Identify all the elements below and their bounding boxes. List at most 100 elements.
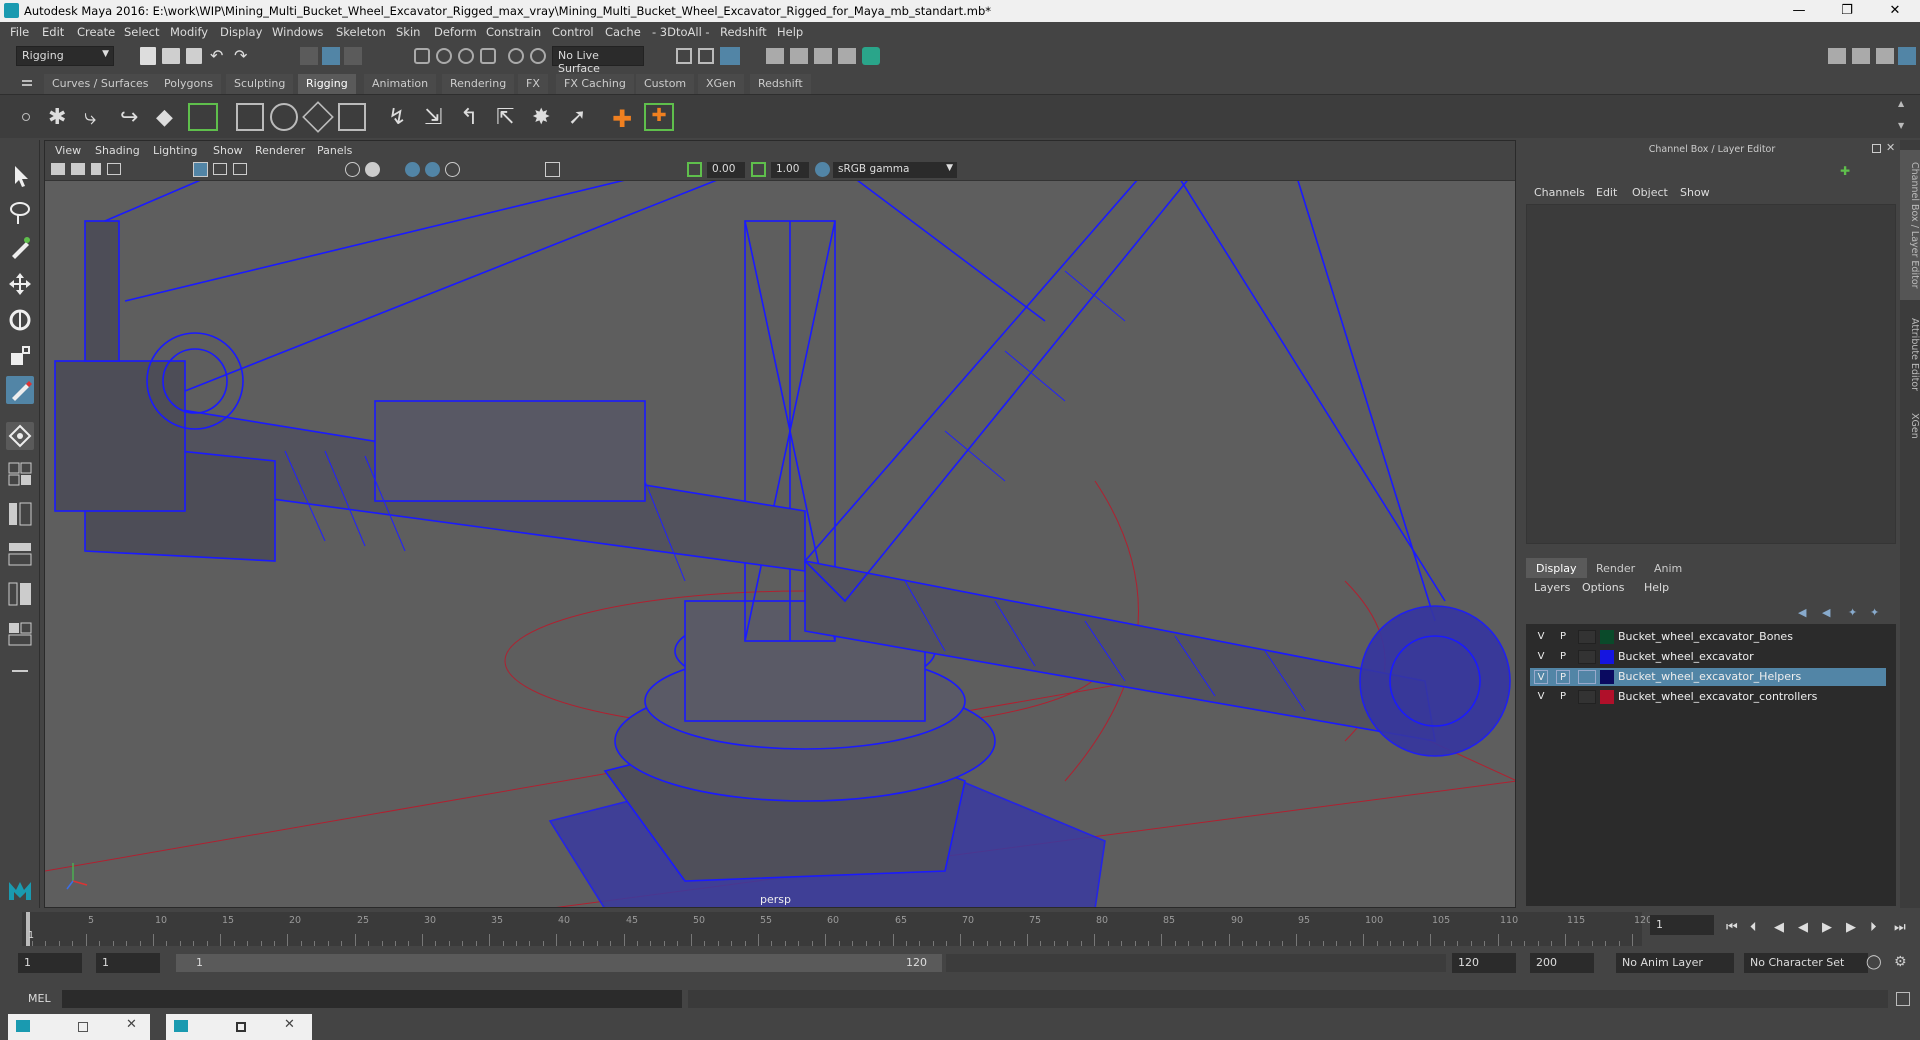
channel-box-pin-icon[interactable]: ✚ bbox=[1840, 164, 1850, 178]
tab-rigging[interactable]: Rigging bbox=[298, 74, 356, 94]
humanik-icon[interactable] bbox=[188, 103, 218, 131]
tab-custom[interactable]: Custom bbox=[636, 74, 695, 94]
image-plane-icon[interactable] bbox=[107, 163, 121, 175]
shelf-scroll-down-icon[interactable]: ▼ bbox=[1898, 121, 1904, 130]
open-scene-icon[interactable] bbox=[162, 48, 180, 64]
tab-curves-surfaces[interactable]: Curves / Surfaces bbox=[44, 74, 157, 94]
step-forward-frame-icon[interactable]: ▶ bbox=[1846, 920, 1856, 935]
layer-color-swatch[interactable] bbox=[1600, 650, 1614, 664]
bookmark-icon[interactable] bbox=[91, 163, 101, 175]
layer-playback-toggle[interactable]: P bbox=[1556, 650, 1570, 664]
live-surface-field[interactable]: No Live Surface bbox=[552, 46, 644, 75]
aim-constraint-icon[interactable]: ✸ bbox=[532, 105, 550, 130]
menu-help[interactable]: Help bbox=[777, 25, 803, 39]
hypershade-icon[interactable] bbox=[862, 47, 880, 65]
parent-constraint-icon[interactable]: ↯ bbox=[388, 105, 406, 130]
menu-redshift[interactable]: Redshift bbox=[720, 25, 767, 39]
maya-home-icon[interactable] bbox=[6, 876, 34, 904]
layer-row-helpers[interactable]: V P Bucket_wheel_excavator_Helpers bbox=[1530, 668, 1886, 686]
layer-visibility-toggle[interactable]: V bbox=[1534, 650, 1548, 664]
ipr-render-icon[interactable] bbox=[814, 48, 832, 64]
close-panel-icon[interactable]: ✕ bbox=[1886, 141, 1895, 154]
grid-toggle-icon[interactable] bbox=[193, 162, 208, 177]
time-slider-track[interactable]: 1 5 10 15 20 25 30 35 40 45 50 55 60 65 70 75 80 85 90 95 1… bbox=[22, 912, 1652, 946]
close-button[interactable]: ✕ bbox=[1872, 0, 1918, 22]
layer-help-menu[interactable]: Help bbox=[1644, 581, 1669, 594]
layers-menu[interactable]: Layers bbox=[1534, 581, 1570, 594]
tab-redshift[interactable]: Redshift bbox=[750, 74, 811, 94]
wrap-deformer-icon[interactable] bbox=[338, 103, 366, 131]
go-to-end-icon[interactable]: ⏭ bbox=[1894, 920, 1906, 935]
layout-channel-box-icon[interactable] bbox=[1876, 48, 1894, 64]
exposure-icon[interactable] bbox=[687, 162, 702, 177]
color-space-dropdown[interactable]: sRGB gamma ▼ bbox=[833, 162, 957, 178]
snap-point-icon[interactable] bbox=[458, 48, 474, 64]
paint-weights-icon[interactable] bbox=[302, 101, 334, 133]
layer-visibility-toggle[interactable]: V bbox=[1534, 630, 1548, 644]
tab-xgen[interactable]: XGen bbox=[698, 74, 744, 94]
two-pane-layout-icon[interactable] bbox=[6, 500, 34, 528]
viewport-menu-shading[interactable]: Shading bbox=[95, 144, 140, 157]
tab-display[interactable]: Display bbox=[1526, 558, 1587, 578]
snap-surface-icon[interactable] bbox=[508, 48, 524, 64]
channel-object-menu[interactable]: Object bbox=[1632, 186, 1668, 199]
restore-icon[interactable] bbox=[236, 1022, 246, 1032]
xray-icon[interactable] bbox=[425, 162, 440, 177]
tab-fx-caching[interactable]: FX Caching bbox=[556, 74, 634, 94]
tab-animation[interactable]: Animation bbox=[364, 74, 437, 94]
new-layer-icon[interactable]: ✦ bbox=[1848, 606, 1857, 619]
mode-dropdown[interactable]: Rigging ▼ bbox=[16, 46, 114, 66]
select-tool-icon[interactable] bbox=[6, 162, 34, 190]
animation-end-field[interactable]: 200 bbox=[1530, 953, 1594, 973]
construction-history-icon[interactable] bbox=[720, 47, 740, 65]
graph-editor-layout-icon[interactable] bbox=[6, 580, 34, 608]
outliner-layout-icon[interactable] bbox=[6, 540, 34, 568]
menu-deform[interactable]: Deform bbox=[434, 25, 477, 39]
channels-menu[interactable]: Channels bbox=[1534, 186, 1585, 199]
layer-type-toggle[interactable] bbox=[1578, 690, 1596, 704]
menu-skeleton[interactable]: Skeleton bbox=[336, 25, 386, 39]
layer-playback-toggle[interactable]: P bbox=[1556, 690, 1570, 704]
layer-row-controllers[interactable]: V P Bucket_wheel_excavator_controllers bbox=[1530, 688, 1886, 706]
time-slider[interactable]: 1 5 10 15 20 25 30 35 40 45 50 55 60 65 70 75 80 85 90 95 1… bbox=[0, 912, 1920, 946]
bind-skin-icon[interactable] bbox=[236, 103, 264, 131]
menu-create[interactable]: Create bbox=[77, 25, 115, 39]
layer-options-menu[interactable]: Options bbox=[1582, 581, 1624, 594]
four-view-layout-icon[interactable] bbox=[6, 460, 34, 488]
layer-row-excavator[interactable]: V P Bucket_wheel_excavator bbox=[1530, 648, 1886, 666]
menu-display[interactable]: Display bbox=[220, 25, 262, 39]
menu-windows[interactable]: Windows bbox=[272, 25, 323, 39]
current-frame-field[interactable]: 1 bbox=[1650, 915, 1714, 935]
layout-outliner-icon[interactable] bbox=[1852, 48, 1870, 64]
menu-file[interactable]: File bbox=[10, 25, 29, 39]
step-back-key-icon[interactable]: ⏴ bbox=[1750, 920, 1757, 935]
move-layer-down-icon[interactable]: ◀ bbox=[1822, 606, 1830, 619]
menu-edit[interactable]: Edit bbox=[42, 25, 64, 39]
input-ops-icon[interactable] bbox=[676, 48, 692, 64]
move-tool-icon[interactable] bbox=[6, 270, 34, 298]
channel-box-content[interactable] bbox=[1526, 204, 1896, 544]
hypershade-layout-icon[interactable] bbox=[6, 620, 34, 648]
minimized-window-1[interactable]: ✕ bbox=[8, 1014, 150, 1040]
select-by-hierarchy-icon[interactable] bbox=[300, 47, 318, 65]
layer-type-toggle[interactable] bbox=[1578, 650, 1596, 664]
step-back-frame-icon[interactable]: ◀ bbox=[1774, 920, 1784, 935]
viewport-menu-lighting[interactable]: Lighting bbox=[153, 144, 197, 157]
layer-color-swatch[interactable] bbox=[1600, 630, 1614, 644]
play-backwards-icon[interactable]: ◀ bbox=[1798, 920, 1808, 935]
ik-spline-icon[interactable]: ↪ bbox=[120, 105, 138, 130]
menu-modify[interactable]: Modify bbox=[170, 25, 208, 39]
range-slider[interactable]: 1 120 bbox=[176, 954, 942, 972]
select-by-object-icon[interactable] bbox=[322, 47, 340, 65]
move-layer-up-icon[interactable]: ◀ bbox=[1798, 606, 1806, 619]
tab-polygons[interactable]: Polygons bbox=[156, 74, 221, 94]
render-settings-icon[interactable] bbox=[838, 48, 856, 64]
layer-playback-toggle[interactable]: P bbox=[1556, 670, 1570, 684]
close-icon[interactable]: ✕ bbox=[126, 1017, 137, 1032]
layer-color-swatch[interactable] bbox=[1600, 690, 1614, 704]
channel-show-menu[interactable]: Show bbox=[1680, 186, 1710, 199]
render-current-icon[interactable] bbox=[790, 48, 808, 64]
snap-view-icon[interactable] bbox=[480, 48, 496, 64]
restore-icon[interactable] bbox=[78, 1022, 88, 1032]
layout-options-icon[interactable] bbox=[6, 658, 34, 686]
